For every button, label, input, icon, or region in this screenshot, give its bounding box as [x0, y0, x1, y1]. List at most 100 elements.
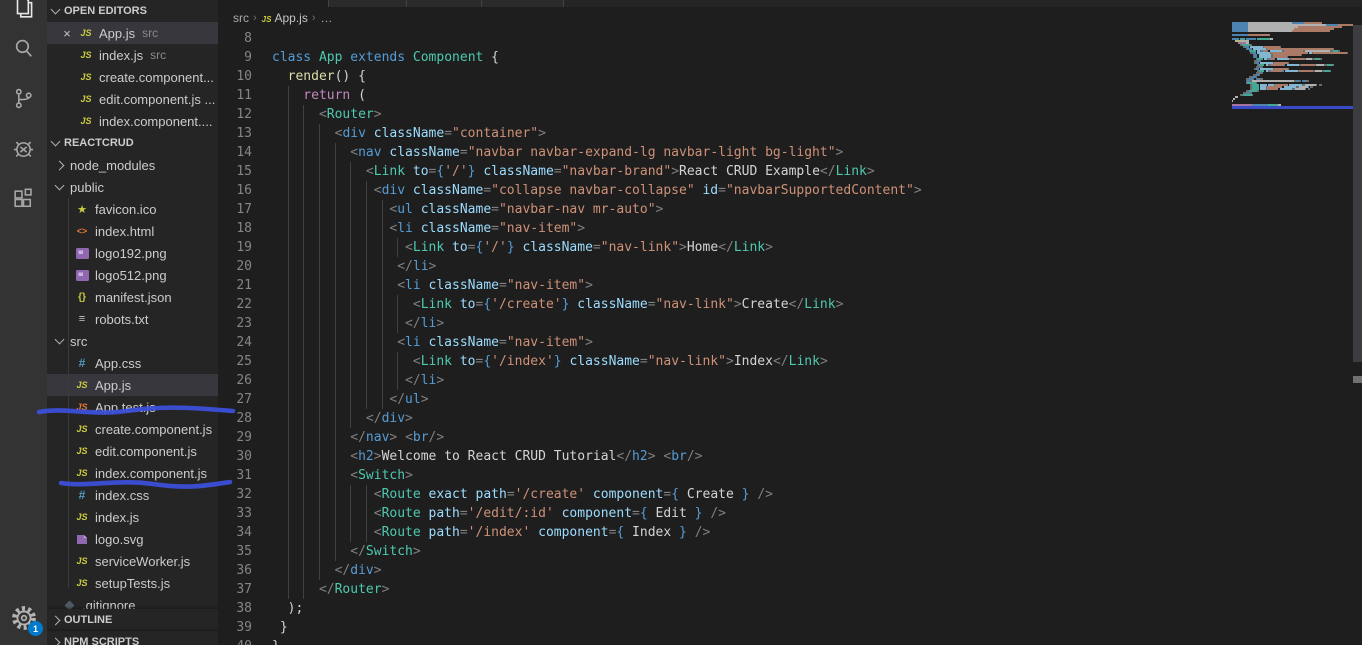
tree-item-logo-svg[interactable]: logo.svg: [47, 528, 218, 550]
scrollbar-thumb[interactable]: [1353, 25, 1362, 362]
indent-guide: [318, 485, 320, 504]
tab-strip[interactable]: [218, 0, 1362, 7]
code-line-30[interactable]: 30 <h2>Welcome to React CRUD Tutorial</h2…: [218, 447, 1228, 466]
open-editor-item-index-js[interactable]: JS index.js src: [47, 44, 218, 66]
svg-file-icon: [74, 534, 90, 545]
open-editor-item-app-js[interactable]: × JS App.js src: [47, 22, 218, 44]
indent-guide: [397, 238, 399, 257]
tree-item-app-test-js[interactable]: JS App.test.js: [47, 396, 218, 418]
tree-item-app-css[interactable]: # App.css: [47, 352, 218, 374]
chevron-down-icon: [54, 334, 65, 345]
indent-guide: [365, 390, 367, 409]
indent-guide: [303, 314, 305, 333]
indent-guide: [318, 428, 320, 447]
code-line-26[interactable]: 26 </li>: [218, 371, 1228, 390]
code-line-12[interactable]: 12 <Router>: [218, 105, 1228, 124]
indent-guide: [318, 447, 320, 466]
open-editor-item-create-component-[interactable]: JS create.component...: [47, 66, 218, 88]
code-text: );: [287, 601, 304, 616]
code-line-21[interactable]: 21 <li className="nav-item">: [218, 276, 1228, 295]
tree-item-logo192-png[interactable]: logo192.png: [47, 242, 218, 264]
tree-folder-public[interactable]: public: [47, 176, 218, 198]
code-line-32[interactable]: 32 <Route exact path='/create' component=…: [218, 485, 1228, 504]
tree-item-index-css[interactable]: # index.css: [47, 484, 218, 506]
tree-item-favicon-ico[interactable]: ★ favicon.ico: [47, 198, 218, 220]
outline-section-header[interactable]: OUTLINE: [47, 609, 218, 631]
code-line-40[interactable]: 40}: [218, 637, 1228, 645]
code-line-23[interactable]: 23 </li>: [218, 314, 1228, 333]
tree-item-setuptests-js[interactable]: JS setupTests.js: [47, 572, 218, 594]
tree-item-edit-component-js[interactable]: JS edit.component.js: [47, 440, 218, 462]
line-number: 13: [236, 126, 252, 141]
source-control-icon[interactable]: [0, 78, 47, 118]
tree-item-create-component-js[interactable]: JS create.component.js: [47, 418, 218, 440]
code-line-11[interactable]: 11 return (: [218, 86, 1228, 105]
tree-folder-src[interactable]: src: [47, 330, 218, 352]
js-file-icon: JS: [80, 72, 92, 82]
indent-guide: [318, 162, 320, 181]
code-line-22[interactable]: 22 <Link to={'/create'} className="nav-li…: [218, 295, 1228, 314]
editor-scrollbar[interactable]: [1353, 0, 1362, 645]
code-line-37[interactable]: 37 </Router>: [218, 580, 1228, 599]
indent-guide: [318, 200, 320, 219]
code-line-31[interactable]: 31 <Switch>: [218, 466, 1228, 485]
tree-folder-node-modules[interactable]: node_modules: [47, 154, 218, 176]
indent-guide: [365, 352, 367, 371]
code-line-38[interactable]: 38);: [218, 599, 1228, 618]
open-editors-header[interactable]: OPEN EDITORS: [47, 0, 218, 22]
code-area[interactable]: 8 9 class App extends Component {10 render(…: [218, 29, 1228, 645]
code-line-13[interactable]: 13 <div className="container">: [218, 124, 1228, 143]
code-line-27[interactable]: 27 </ul>: [218, 390, 1228, 409]
tree-item-index-js[interactable]: JS index.js: [47, 506, 218, 528]
code-line-14[interactable]: 14 <nav className="navbar navbar-expand-l…: [218, 143, 1228, 162]
file-path-detail: src: [150, 48, 167, 62]
code-line-39[interactable]: 39}: [218, 618, 1228, 637]
code-text: <div className="collapse navbar-collapse…: [272, 181, 922, 200]
minimap[interactable]: [1232, 22, 1353, 106]
breadcrumb-item-src[interactable]: src: [233, 11, 249, 25]
indent-guide: [365, 485, 367, 504]
open-editor-item-index-component-[interactable]: JS index.component....: [47, 110, 218, 132]
code-line-29[interactable]: 29 </nav> <br/>: [218, 428, 1228, 447]
code-line-10[interactable]: 10 render() {: [218, 67, 1228, 86]
indent-guide: [287, 447, 289, 466]
tree-item-serviceworker-js[interactable]: JS serviceWorker.js: [47, 550, 218, 572]
line-number: 23: [236, 316, 252, 331]
breadcrumb-item-app-js[interactable]: JS App.js: [262, 11, 308, 25]
code-line-25[interactable]: 25 <Link to={'/index'} className="nav-lin…: [218, 352, 1228, 371]
code-line-20[interactable]: 20 </li>: [218, 257, 1228, 276]
tree-item-app-js[interactable]: JS App.js: [47, 374, 218, 396]
code-line-28[interactable]: 28 </div>: [218, 409, 1228, 428]
code-line-17[interactable]: 17 <ul className="navbar-nav mr-auto">: [218, 200, 1228, 219]
npm-scripts-section-header[interactable]: NPM SCRIPTS: [47, 631, 218, 645]
breadcrumb-item--[interactable]: …: [321, 11, 333, 25]
code-line-35[interactable]: 35 </Switch>: [218, 542, 1228, 561]
code-line-36[interactable]: 36 </div>: [218, 561, 1228, 580]
close-icon[interactable]: ×: [60, 26, 74, 41]
indent-guide: [303, 390, 305, 409]
code-line-19[interactable]: 19 <Link to={'/'} className="nav-link">Ho…: [218, 238, 1228, 257]
code-line-16[interactable]: 16 <div className="collapse navbar-collap…: [218, 181, 1228, 200]
code-line-18[interactable]: 18 <li className="nav-item">: [218, 219, 1228, 238]
debug-icon[interactable]: [0, 128, 47, 168]
tree-item-index-component-js[interactable]: JS index.component.js: [47, 462, 218, 484]
extensions-icon[interactable]: [0, 179, 47, 219]
code-line-15[interactable]: 15 <Link to={'/'} className="navbar-brand…: [218, 162, 1228, 181]
search-icon[interactable]: [0, 28, 47, 68]
txt-file-icon: ≡: [78, 313, 86, 325]
open-editor-item-edit-component-js-[interactable]: JS edit.component.js ...: [47, 88, 218, 110]
indent-guide: [303, 257, 305, 276]
code-line-8[interactable]: 8: [218, 29, 1228, 48]
tree-item-logo512-png[interactable]: logo512.png: [47, 264, 218, 286]
indent-guide: [287, 409, 289, 428]
tree-item-index-html[interactable]: <> index.html: [47, 220, 218, 242]
tree-item-robots-txt[interactable]: ≡ robots.txt: [47, 308, 218, 330]
settings-gear-icon[interactable]: 1: [0, 598, 47, 638]
code-line-33[interactable]: 33 <Route path='/edit/:id' component={ Ed…: [218, 504, 1228, 523]
code-line-9[interactable]: 9 class App extends Component {: [218, 48, 1228, 67]
explorer-icon[interactable]: [0, 0, 47, 27]
tree-item-manifest-json[interactable]: {} manifest.json: [47, 286, 218, 308]
explorer-header[interactable]: REACTCRUD: [47, 132, 218, 154]
code-line-24[interactable]: 24 <li className="nav-item">: [218, 333, 1228, 352]
code-line-34[interactable]: 34 <Route path='/index' component={ Index…: [218, 523, 1228, 542]
